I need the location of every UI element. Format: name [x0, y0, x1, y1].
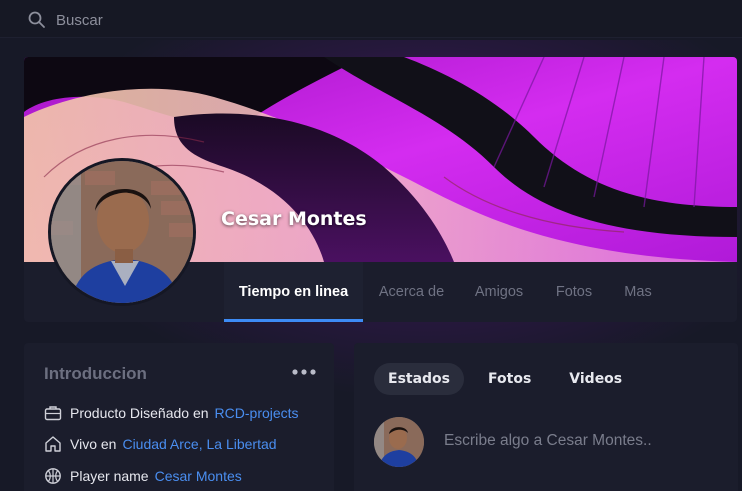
post-tabs: Estados Fotos Videos — [374, 363, 646, 395]
search-icon — [28, 11, 46, 29]
intro-link-player-name[interactable]: Cesar Montes — [155, 468, 242, 484]
profile-avatar[interactable] — [48, 158, 196, 306]
post-text-input[interactable] — [444, 429, 724, 453]
intro-label: Player name — [70, 468, 149, 484]
intro-label: Vivo en — [70, 436, 117, 452]
intro-card: Introduccion Producto Diseñado en RCD-pr… — [24, 343, 334, 491]
composer-avatar — [374, 417, 424, 467]
search-input[interactable] — [56, 9, 456, 31]
top-search-bar — [0, 0, 742, 38]
profile-name: Cesar Montes — [221, 208, 367, 230]
post-tab-videos[interactable]: Videos — [555, 363, 636, 395]
intro-row-product: Producto Diseñado en RCD-projects — [44, 404, 299, 422]
briefcase-icon — [44, 404, 62, 422]
intro-link-rcd-projects[interactable]: RCD-projects — [215, 405, 299, 421]
intro-row-player: Player name Cesar Montes — [44, 467, 242, 485]
profile-tabs: Tiempo en linea Acerca de Amigos Fotos M… — [224, 262, 666, 322]
post-tab-fotos[interactable]: Fotos — [474, 363, 545, 395]
post-tab-estados[interactable]: Estados — [374, 363, 465, 395]
tab-tiempo-en-linea[interactable]: Tiempo en linea — [224, 262, 363, 322]
tab-acerca-de[interactable]: Acerca de — [363, 262, 460, 322]
tab-mas[interactable]: Mas — [610, 262, 666, 322]
home-icon — [44, 435, 62, 453]
intro-row-location: Vivo en Ciudad Arce, La Libertad — [44, 435, 277, 453]
tab-fotos[interactable]: Fotos — [538, 262, 610, 322]
basketball-icon — [44, 467, 62, 485]
intro-link-location[interactable]: Ciudad Arce, La Libertad — [122, 436, 276, 452]
post-composer-card: Estados Fotos Videos — [354, 343, 738, 491]
intro-title: Introduccion — [44, 364, 147, 383]
more-options-icon[interactable] — [292, 365, 316, 377]
intro-label: Producto Diseñado en — [70, 405, 209, 421]
tab-amigos[interactable]: Amigos — [460, 262, 538, 322]
